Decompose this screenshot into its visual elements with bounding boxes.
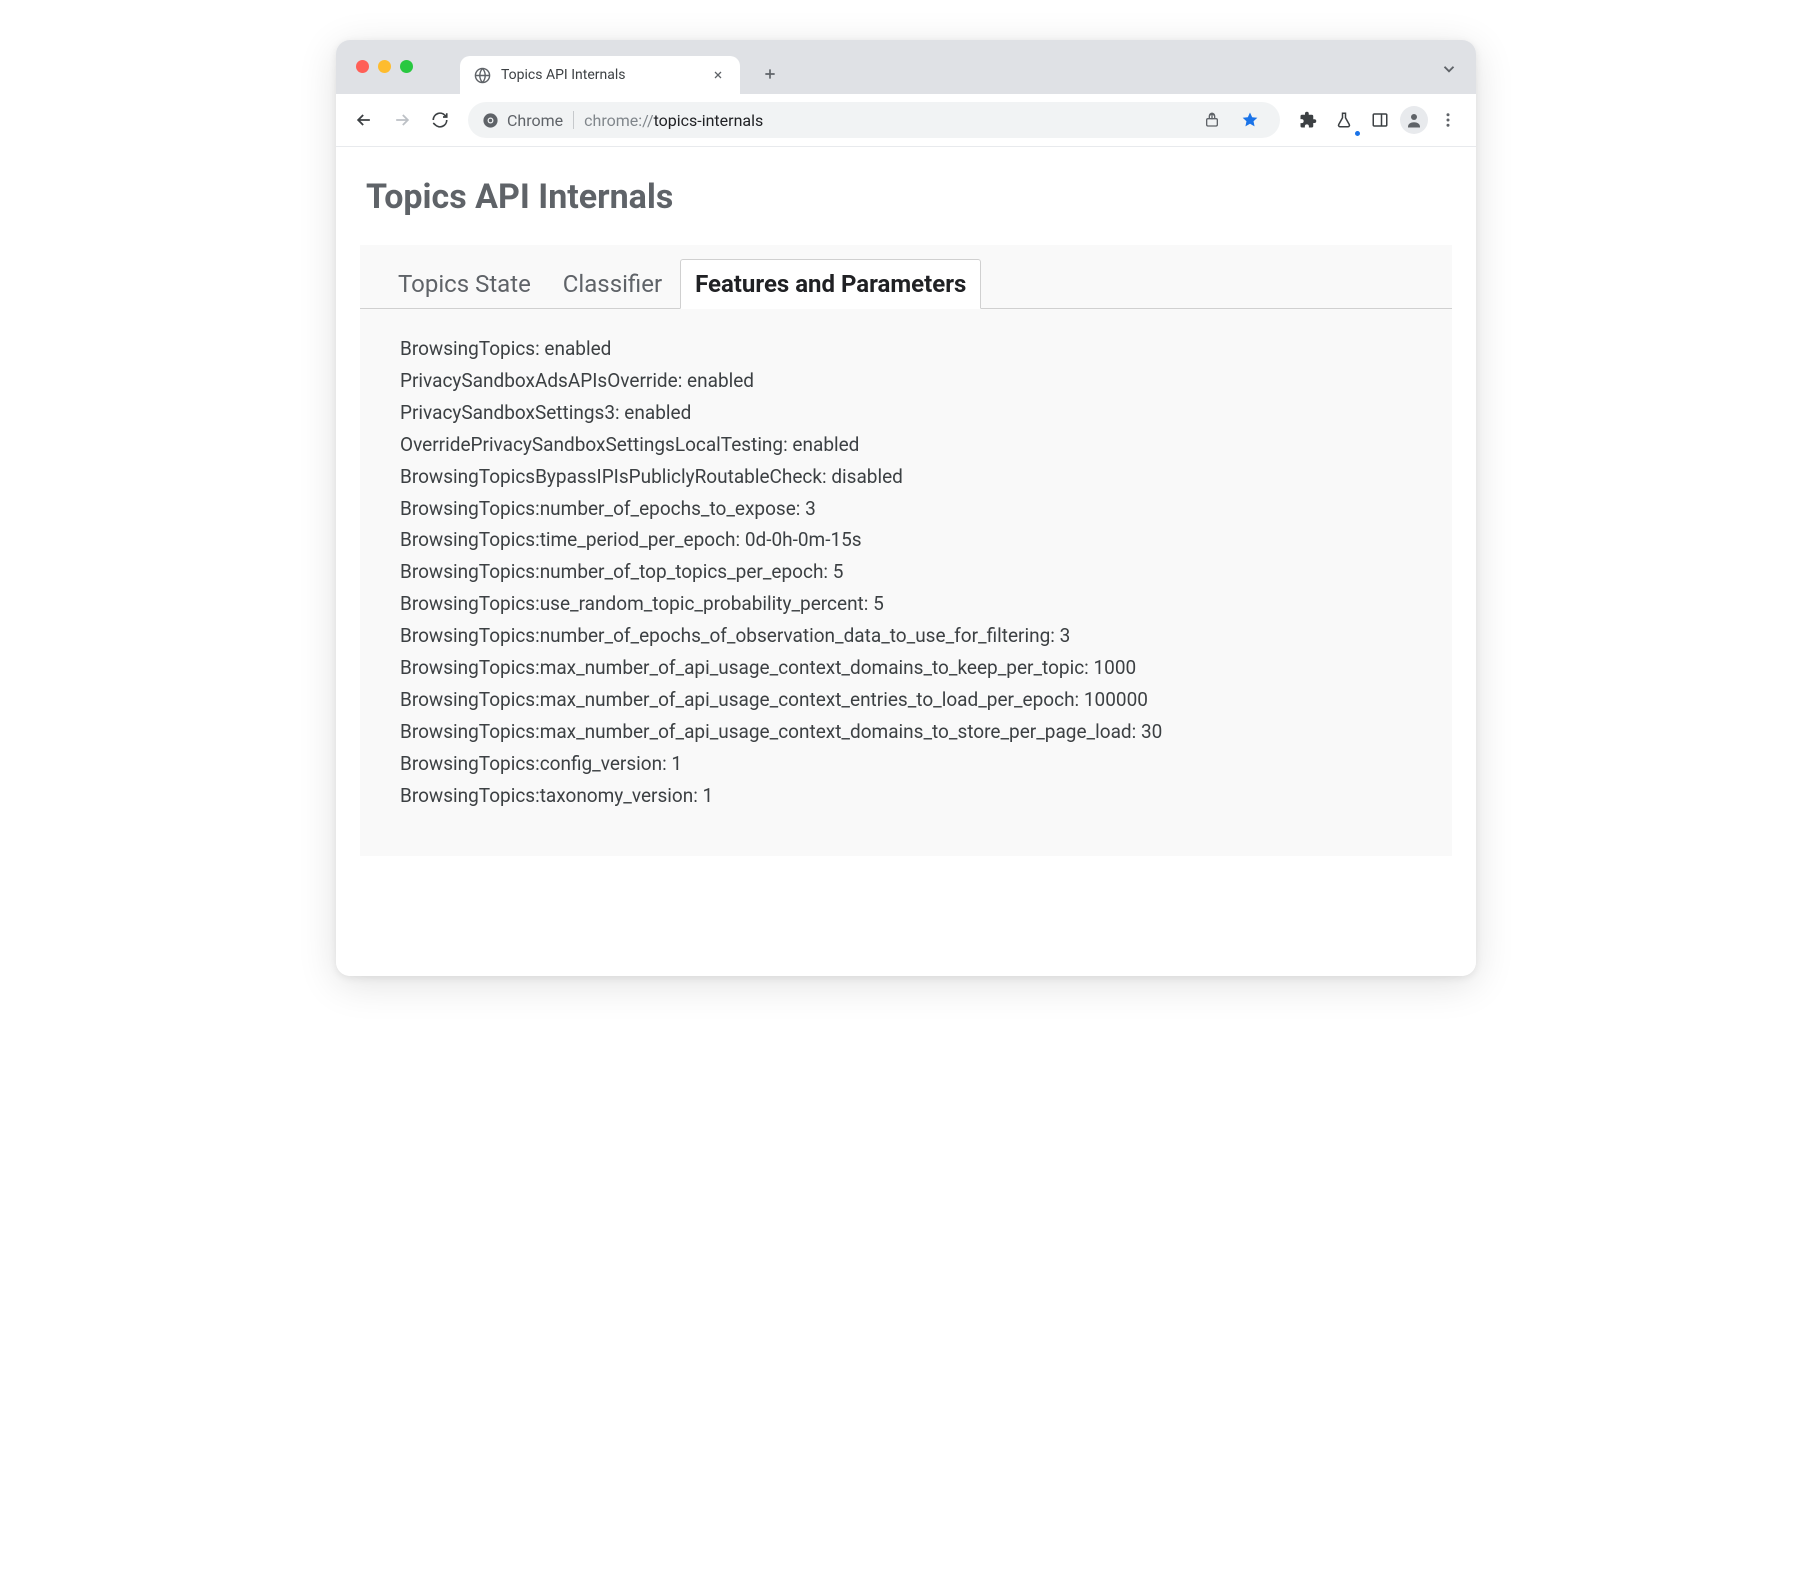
browser-tab[interactable]: Topics API Internals bbox=[460, 56, 740, 94]
titlebar: Topics API Internals bbox=[336, 40, 1476, 94]
share-icon[interactable] bbox=[1196, 104, 1228, 136]
feature-item: OverridePrivacySandboxSettingsLocalTesti… bbox=[400, 429, 1412, 461]
address-bar[interactable]: Chrome chrome://topics-internals bbox=[468, 102, 1280, 138]
toolbar: Chrome chrome://topics-internals bbox=[336, 94, 1476, 147]
side-panel-icon[interactable] bbox=[1364, 104, 1396, 136]
tab-strip: Topics API Internals bbox=[460, 56, 784, 94]
tab-close-button[interactable] bbox=[710, 67, 726, 83]
tab-features-params[interactable]: Features and Parameters bbox=[680, 259, 981, 309]
feature-item: BrowsingTopics:number_of_epochs_of_obser… bbox=[400, 620, 1412, 652]
feature-item: BrowsingTopics:time_period_per_epoch: 0d… bbox=[400, 524, 1412, 556]
feature-item: BrowsingTopics:number_of_top_topics_per_… bbox=[400, 556, 1412, 588]
tab-title: Topics API Internals bbox=[501, 67, 700, 83]
url-path: topics-internals bbox=[654, 111, 764, 130]
window-maximize-button[interactable] bbox=[400, 60, 413, 73]
forward-button[interactable] bbox=[386, 104, 418, 136]
feature-item: BrowsingTopicsBypassIPIsPubliclyRoutable… bbox=[400, 461, 1412, 493]
feature-item: BrowsingTopics:number_of_epochs_to_expos… bbox=[400, 493, 1412, 525]
tab-classifier[interactable]: Classifier bbox=[549, 260, 676, 308]
feature-item: PrivacySandboxSettings3: enabled bbox=[400, 397, 1412, 429]
labs-notification-dot bbox=[1354, 130, 1361, 137]
feature-list: BrowsingTopics: enabled PrivacySandboxAd… bbox=[360, 309, 1452, 856]
feature-item: BrowsingTopics: enabled bbox=[400, 333, 1412, 365]
reload-button[interactable] bbox=[424, 104, 456, 136]
feature-item: BrowsingTopics:max_number_of_api_usage_c… bbox=[400, 716, 1412, 748]
tab-topics-state[interactable]: Topics State bbox=[384, 260, 545, 308]
page-content: Topics API Internals Topics State Classi… bbox=[336, 147, 1476, 976]
url-text: chrome://topics-internals bbox=[584, 111, 763, 130]
labs-icon[interactable] bbox=[1328, 104, 1360, 136]
feature-item: BrowsingTopics:taxonomy_version: 1 bbox=[400, 780, 1412, 812]
site-chip: Chrome bbox=[482, 111, 563, 130]
profile-avatar[interactable] bbox=[1400, 106, 1428, 134]
url-scheme: chrome:// bbox=[584, 111, 653, 130]
extensions-icon[interactable] bbox=[1292, 104, 1324, 136]
feature-item: BrowsingTopics:max_number_of_api_usage_c… bbox=[400, 652, 1412, 684]
feature-item: PrivacySandboxAdsAPIsOverride: enabled bbox=[400, 365, 1412, 397]
bookmark-star-icon[interactable] bbox=[1234, 104, 1266, 136]
window-minimize-button[interactable] bbox=[378, 60, 391, 73]
window-close-button[interactable] bbox=[356, 60, 369, 73]
site-chip-label: Chrome bbox=[507, 111, 563, 130]
inner-tabrow: Topics State Classifier Features and Par… bbox=[360, 245, 1452, 309]
feature-item: BrowsingTopics:use_random_topic_probabil… bbox=[400, 588, 1412, 620]
omnibox-divider bbox=[573, 111, 574, 129]
menu-icon[interactable] bbox=[1432, 104, 1464, 136]
chrome-icon bbox=[482, 112, 499, 129]
globe-icon bbox=[474, 67, 491, 84]
window-controls bbox=[356, 60, 413, 73]
back-button[interactable] bbox=[348, 104, 380, 136]
content-panel: Topics State Classifier Features and Par… bbox=[360, 245, 1452, 856]
browser-window: Topics API Internals bbox=[336, 40, 1476, 976]
tab-search-button[interactable] bbox=[1440, 60, 1458, 78]
new-tab-button[interactable] bbox=[756, 60, 784, 88]
feature-item: BrowsingTopics:config_version: 1 bbox=[400, 748, 1412, 780]
page-title: Topics API Internals bbox=[366, 177, 1452, 217]
toolbar-right bbox=[1292, 104, 1464, 136]
feature-item: BrowsingTopics:max_number_of_api_usage_c… bbox=[400, 684, 1412, 716]
